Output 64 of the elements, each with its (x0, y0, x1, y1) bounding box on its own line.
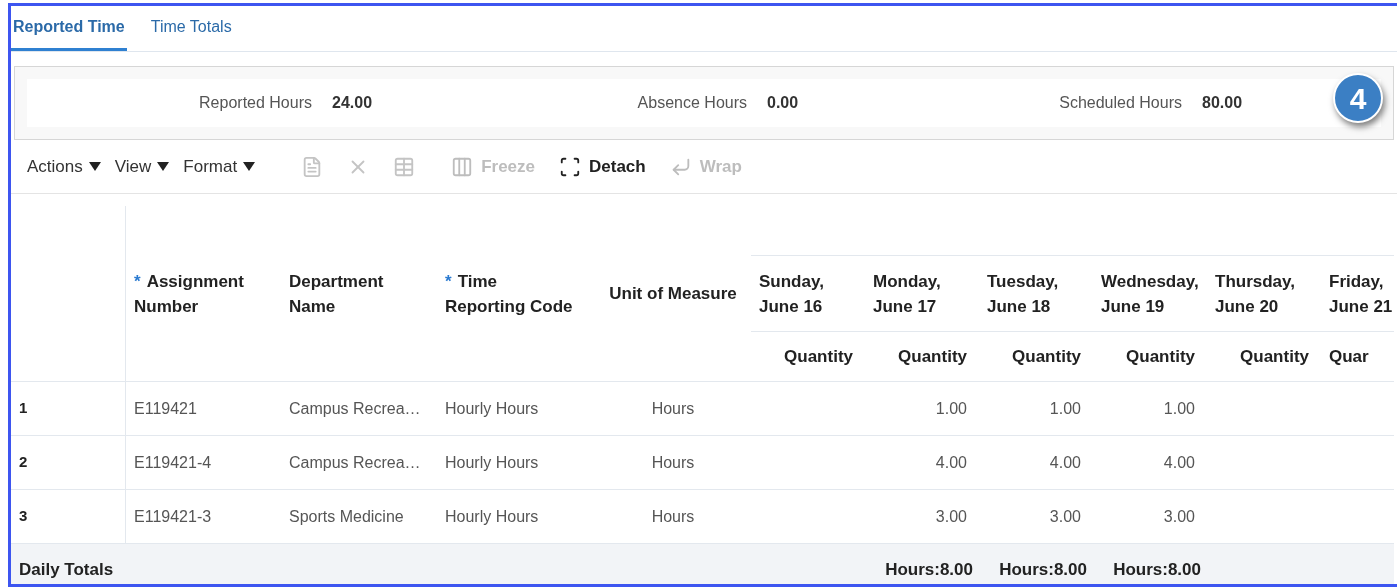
day-column-header: Monday, June 17 (873, 270, 941, 318)
row-number: 2 (19, 452, 28, 473)
menu-button[interactable]: Format (183, 153, 256, 180)
dropdown-caret-icon (243, 162, 256, 172)
quantity-cell-text: 4.00 (1049, 452, 1081, 473)
toolbar-button[interactable]: Detach (559, 153, 646, 180)
quantity-cell-text: 4.00 (1163, 452, 1195, 473)
quantity-header: Quantity (1240, 345, 1309, 368)
table-cell-text: Campus Recrea… (289, 452, 421, 473)
menu-button[interactable]: Actions (27, 153, 101, 180)
required-asterisk: * (134, 271, 141, 291)
column-header: * Time Reporting Code (445, 270, 573, 318)
summary-value: 80.00 (1202, 93, 1244, 114)
day-column-header: Tuesday, June 18 (987, 270, 1059, 318)
table-cell-text: Hourly Hours (445, 506, 539, 527)
summary-label: Scheduled Hours (1059, 93, 1182, 114)
summary-value: 24.00 (332, 93, 374, 114)
table-cell-text: Hourly Hours (445, 398, 539, 419)
quantity-header: Quantity (784, 345, 853, 368)
dropdown-caret-icon (157, 162, 170, 172)
day-column-header: Sunday, June 16 (759, 270, 824, 318)
quantity-cell-text: 3.00 (1049, 506, 1081, 527)
summary-value: 0.00 (767, 93, 800, 114)
table-cell-text: Hours (651, 506, 695, 527)
table-cell-text: Hourly Hours (445, 452, 539, 473)
day-column-header: Friday, June 21 (1329, 270, 1393, 318)
quantity-header: Quantity (898, 345, 967, 368)
tab[interactable]: Time Totals (138, 6, 244, 52)
table-cell-text: Campus Recrea… (289, 398, 421, 419)
summary-label: Reported Hours (199, 93, 312, 114)
frame-icon (559, 155, 581, 178)
quantity-cell-text: 1.00 (1163, 398, 1195, 419)
day-column-header: Wednesday, June 19 (1101, 270, 1199, 318)
quantity-cell-text: 4.00 (935, 452, 967, 473)
totals-label: Daily Totals (19, 558, 114, 581)
quantity-cell-text: 1.00 (935, 398, 967, 419)
daily-total: Hours:8.00 (1113, 558, 1201, 581)
table-cell-text: Hours (651, 452, 695, 473)
quantity-header: Quar (1329, 345, 1369, 368)
table-cell-text: Hours (651, 398, 695, 419)
table-cell-text: E119421-3 (134, 506, 212, 527)
tab[interactable]: Reported Time (11, 6, 127, 52)
row-number: 3 (19, 506, 28, 527)
menu-button[interactable]: View (114, 153, 170, 180)
table-cell-text: E119421 (134, 398, 197, 419)
row-number: 1 (19, 398, 28, 419)
table-cell-text: E119421-4 (134, 452, 212, 473)
daily-total: Hours:8.00 (885, 558, 973, 581)
column-header: Department Name (289, 270, 384, 318)
column-header: Unit of Measure (609, 283, 737, 305)
quantity-cell-text: 3.00 (1163, 506, 1195, 527)
step-number-callout: 4 (1333, 73, 1383, 124)
quantity-cell-text: 3.00 (935, 506, 967, 527)
required-asterisk: * (445, 271, 452, 291)
table-cell-text: Sports Medicine (289, 506, 404, 527)
quantity-header: Quantity (1126, 345, 1195, 368)
columns-icon (451, 155, 474, 178)
day-column-header: Thursday, June 20 (1215, 270, 1295, 318)
summary-label: Absence Hours (637, 93, 747, 114)
column-header: * Assignment Number (134, 270, 244, 318)
quantity-header: Quantity (1012, 345, 1081, 368)
quantity-cell-text: 1.00 (1049, 398, 1081, 419)
daily-total: Hours:8.00 (999, 558, 1087, 581)
dropdown-caret-icon (88, 162, 101, 172)
